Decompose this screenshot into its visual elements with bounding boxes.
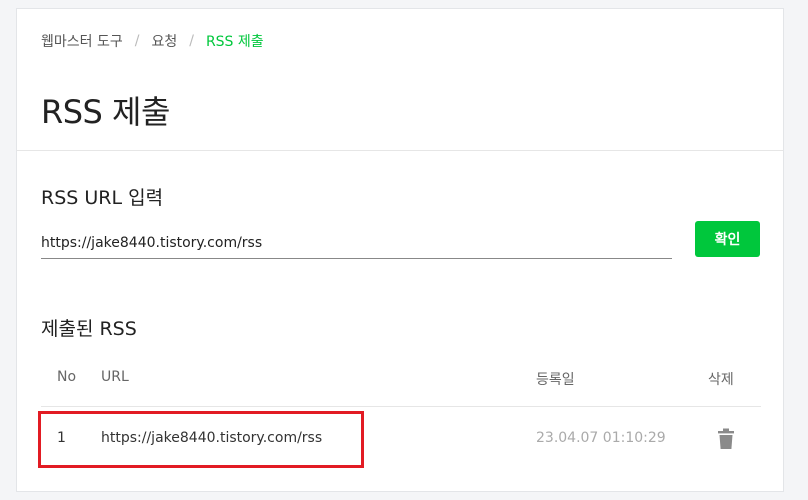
breadcrumb-separator: /: [134, 33, 140, 49]
column-header-delete: 삭제: [708, 372, 734, 388]
submitted-rss-title: 제출된 RSS: [41, 318, 137, 340]
table-header: No URL 등록일 삭제: [41, 361, 761, 407]
row-url: https://jake8440.tistory.com/rss: [101, 430, 323, 446]
page-header: 웹마스터 도구 / 요청 / RSS 제출 RSS 제출: [17, 9, 783, 151]
table-row: 1 https://jake8440.tistory.com/rss 23.04…: [41, 408, 761, 470]
confirm-button[interactable]: 확인: [695, 221, 760, 257]
content-card: 웹마스터 도구 / 요청 / RSS 제출 RSS 제출 RSS URL 입력 …: [16, 8, 784, 492]
column-header-no: No: [57, 369, 77, 385]
breadcrumb-item-webmaster-tools[interactable]: 웹마스터 도구: [41, 31, 123, 51]
breadcrumb-item-rss-submit: RSS 제출: [205, 34, 264, 50]
column-header-url: URL: [101, 369, 129, 385]
breadcrumb: 웹마스터 도구 / 요청 / RSS 제출: [41, 31, 264, 51]
row-date: 23.04.07 01:10:29: [536, 430, 666, 446]
rss-url-input-title: RSS URL 입력: [41, 187, 164, 209]
rss-url-input[interactable]: [41, 227, 672, 259]
column-header-date: 등록일: [536, 372, 575, 388]
page-title: RSS 제출: [41, 93, 170, 131]
breadcrumb-separator: /: [189, 33, 194, 49]
delete-button[interactable]: [716, 428, 736, 450]
breadcrumb-item-request[interactable]: 요청: [151, 31, 177, 51]
row-number: 1: [57, 430, 66, 446]
trash-icon: [718, 428, 734, 449]
